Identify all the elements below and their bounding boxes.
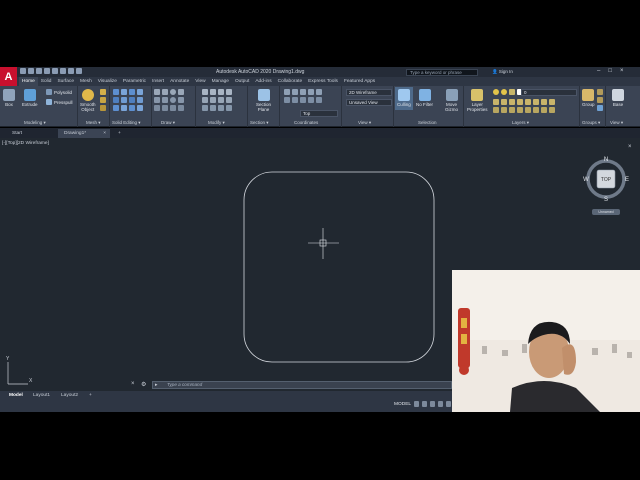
viewcube[interactable]: TOP N S E W: [582, 155, 630, 203]
modeling-panel-label[interactable]: Modeling ▾: [24, 120, 46, 126]
search-input[interactable]: Type a keyword or phrase: [406, 68, 478, 76]
ribbon-tab-surface[interactable]: Surface: [54, 77, 77, 86]
polar-toggle-icon[interactable]: [438, 401, 443, 407]
ortho-toggle-icon[interactable]: [430, 401, 435, 407]
base-view-icon: [612, 89, 624, 101]
webcam-overlay: [452, 270, 640, 412]
open-icon[interactable]: [28, 68, 34, 74]
section-panel-label[interactable]: Section ▾: [250, 120, 269, 126]
groups-panel-label[interactable]: Groups ▾: [582, 120, 600, 126]
compass-s[interactable]: S: [604, 197, 608, 203]
ribbon-tab-insert[interactable]: Insert: [149, 77, 167, 86]
new-icon[interactable]: [20, 68, 26, 74]
layers-panel-label[interactable]: Layers ▾: [512, 120, 529, 126]
model-space-button[interactable]: MODEL: [394, 402, 411, 407]
app-logo-button[interactable]: A: [0, 67, 17, 87]
draw-panel-label[interactable]: Draw ▾: [161, 120, 175, 126]
new-tab-button[interactable]: +: [112, 129, 127, 138]
file-tab-drawing1-label: Drawing1*: [64, 131, 87, 136]
grid-toggle-icon[interactable]: [414, 401, 419, 407]
title-bar: [0, 67, 640, 77]
ribbon-tab-manage[interactable]: Manage: [209, 77, 232, 86]
letterbox-bottom: [0, 412, 640, 480]
ribbon-tab-featured-apps[interactable]: Featured Apps: [341, 77, 378, 86]
solid-editing-panel-label[interactable]: Solid Editing ▾: [112, 120, 141, 126]
maximize-icon[interactable]: □: [608, 68, 612, 74]
snap-toggle-icon[interactable]: [422, 401, 427, 407]
view-panel-label[interactable]: View ▾: [358, 120, 371, 126]
coordinates-panel-label: Coordinates: [294, 120, 319, 125]
close-icon[interactable]: ×: [620, 68, 624, 74]
ribbon-tab-solid[interactable]: Solid: [38, 77, 55, 86]
save-as-icon[interactable]: [44, 68, 50, 74]
ucs-x-label: X: [29, 378, 33, 384]
decoration-ornament: [458, 308, 470, 375]
file-tab-drawing1[interactable]: Drawing1* ×: [58, 129, 110, 138]
quick-access-toolbar: [20, 68, 82, 74]
selection-panel-label: Selection: [418, 120, 437, 125]
osnap-toggle-icon[interactable]: [446, 401, 451, 407]
minimize-icon[interactable]: –: [597, 68, 600, 74]
web-mobile-icon[interactable]: [52, 68, 58, 74]
crosshair-cursor: [308, 228, 339, 259]
ribbon-tab-output[interactable]: Output: [232, 77, 252, 86]
undo-icon[interactable]: [68, 68, 74, 74]
ucs-y-label: Y: [6, 356, 10, 362]
layout-tab-model[interactable]: Model: [6, 392, 26, 400]
view-right-panel-label[interactable]: View ▾: [610, 120, 623, 126]
window-title: Autodesk AutoCAD 2020 Drawing1.dwg: [216, 69, 305, 75]
ribbon-tab-collaborate[interactable]: Collaborate: [275, 77, 306, 86]
ribbon-tab-express-tools[interactable]: Express Tools: [305, 77, 341, 86]
letterbox-top: [0, 0, 640, 67]
ribbon-tab-home[interactable]: Home: [19, 77, 38, 86]
ribbon-tabs: Home Solid Surface Mesh Visualize Parametric I…: [17, 77, 640, 86]
ribbon-tab-annotate[interactable]: Annotate: [167, 77, 192, 86]
command-close-icon[interactable]: ×: [131, 381, 135, 387]
base-label: Base: [612, 102, 624, 107]
ribbon-tab-parametric[interactable]: Parametric: [120, 77, 149, 86]
ribbon-tab-add-ins[interactable]: Add-ins: [252, 77, 274, 86]
compass-w[interactable]: W: [583, 177, 589, 183]
file-tab-start[interactable]: Start: [6, 129, 28, 138]
sign-in-label: Sign In: [498, 69, 513, 74]
command-prompt-icon: ▸: [155, 382, 158, 388]
layout-tab-layout1[interactable]: Layout1: [30, 392, 53, 400]
compass-n[interactable]: N: [604, 157, 608, 163]
command-customize-icon[interactable]: ⚙: [141, 381, 146, 388]
wcs-menu[interactable]: Unnamed: [592, 209, 620, 215]
layout-tab-layout2[interactable]: Layout2: [58, 392, 81, 400]
rounded-rectangle[interactable]: [243, 171, 435, 363]
ribbon-tab-view[interactable]: View: [192, 77, 208, 86]
ribbon-tab-mesh[interactable]: Mesh: [77, 77, 95, 86]
close-tab-icon[interactable]: ×: [103, 129, 106, 138]
viewport-close-icon[interactable]: ×: [628, 144, 632, 150]
redo-icon[interactable]: [76, 68, 82, 74]
command-input[interactable]: Type a command: [152, 381, 452, 389]
user-icon: 👤: [492, 69, 498, 74]
mesh-panel-label[interactable]: Mesh ▾: [86, 120, 101, 126]
compass-e[interactable]: E: [625, 177, 629, 183]
plot-icon[interactable]: [60, 68, 66, 74]
window-controls: – □ ×: [597, 68, 623, 74]
add-layout-button[interactable]: +: [86, 392, 95, 400]
base-view-button[interactable]: Base: [612, 89, 624, 107]
save-icon[interactable]: [36, 68, 42, 74]
modify-panel-label[interactable]: Modify ▾: [208, 120, 225, 126]
sign-in-button[interactable]: 👤 Sign In: [492, 69, 513, 75]
viewcube-face-label: TOP: [601, 177, 612, 183]
ucs-icon: [7, 362, 28, 385]
ribbon-tab-visualize[interactable]: Visualize: [95, 77, 120, 86]
